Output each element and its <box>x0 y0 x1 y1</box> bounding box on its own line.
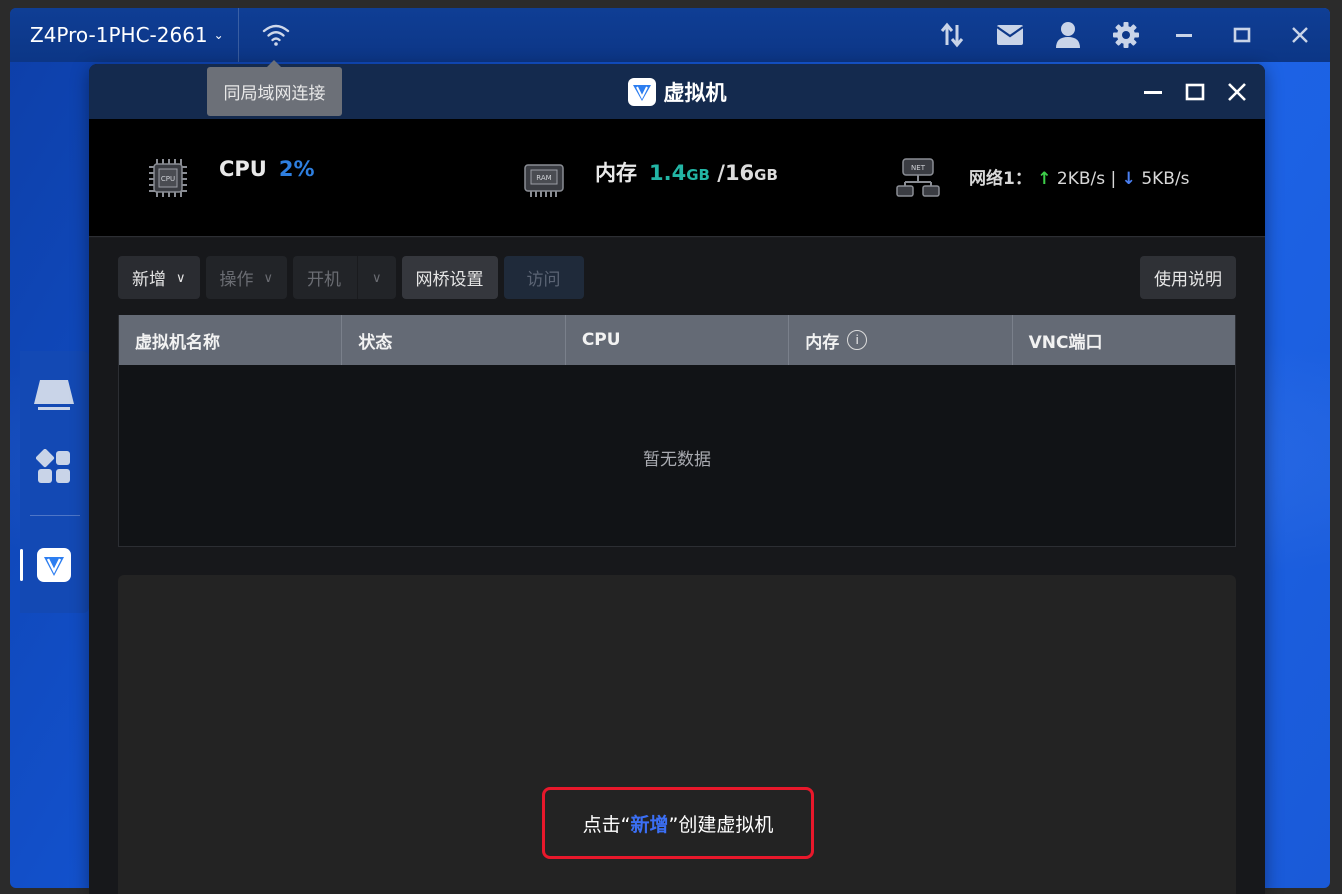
vm-window: 虚拟机 CPU CPU 2% RAM 内存 1.4GB /16GB NET 网络… <box>89 64 1265 894</box>
window-close-button[interactable] <box>1227 82 1247 102</box>
network-label: 网络1： <box>969 169 1032 189</box>
column-label: VNC端口 <box>1028 332 1103 353</box>
vm-logo-icon <box>627 77 656 106</box>
memory-used-unit: GB <box>686 166 710 184</box>
svg-text:CPU: CPU <box>161 175 175 183</box>
operate-button[interactable]: 操作 ∨ <box>205 256 288 299</box>
info-icon[interactable]: i <box>847 330 868 350</box>
download-arrow-icon: ↓ <box>1121 169 1136 189</box>
apps-grid-icon[interactable] <box>34 447 74 487</box>
dock-divider <box>30 515 80 516</box>
empty-state-text: 暂无数据 <box>643 450 711 470</box>
user-icon[interactable] <box>1052 19 1084 51</box>
power-on-button-label: 开机 <box>307 270 342 289</box>
wifi-icon[interactable] <box>259 18 293 52</box>
visit-button[interactable]: 访问 <box>503 256 584 299</box>
gear-icon[interactable] <box>1110 19 1142 51</box>
cpu-chip-icon: CPU <box>149 159 187 197</box>
table-header: 虚拟机名称 状态 CPU 内存 i VNC端口 <box>119 315 1235 365</box>
power-on-dropdown-button[interactable]: ∨ <box>357 256 396 299</box>
app-dock <box>20 351 89 613</box>
help-button[interactable]: 使用说明 <box>1140 256 1236 299</box>
operate-button-label: 操作 <box>219 270 254 289</box>
chevron-down-icon: ∨ <box>372 269 382 285</box>
column-label: 虚拟机名称 <box>135 332 220 353</box>
memory-total-unit: GB <box>754 166 778 184</box>
column-label: 状态 <box>358 332 393 353</box>
active-indicator <box>20 549 23 581</box>
create-vm-hint: 点击“ 新增 ”创建虚拟机 <box>542 787 814 859</box>
power-on-button[interactable]: 开机 <box>293 256 358 299</box>
lan-connect-tooltip: 同局域网连接 <box>207 60 342 116</box>
column-cpu[interactable]: CPU <box>566 315 790 365</box>
cpu-value: 2% <box>278 157 315 181</box>
top-bar: Z4Pro-1PHC-2661 ⌄ <box>10 8 1330 62</box>
column-memory[interactable]: 内存 i <box>789 315 1013 365</box>
device-selector[interactable]: Z4Pro-1PHC-2661 ⌄ <box>10 8 239 62</box>
column-label: 内存 <box>805 332 840 353</box>
svg-text:NET: NET <box>911 164 926 172</box>
vm-content: 新增 ∨ 操作 ∨ 开机 ∨ 网桥设置 访问 使用说明 虚拟机名称 状态 CPU… <box>89 238 1265 894</box>
bridge-settings-button[interactable]: 网桥设置 <box>401 256 498 299</box>
add-button[interactable]: 新增 ∨ <box>118 256 200 299</box>
network-divider: | <box>1110 169 1117 189</box>
hint-suffix: ”创建虚拟机 <box>668 813 774 836</box>
upload-rate: 2KB/s <box>1056 169 1106 189</box>
column-label: CPU <box>581 330 621 350</box>
network-icon: NET <box>896 158 940 197</box>
hint-highlight: 新增 <box>630 813 669 836</box>
vm-table: 虚拟机名称 状态 CPU 内存 i VNC端口 暂无数据 <box>118 315 1236 547</box>
toolbar: 新增 ∨ 操作 ∨ 开机 ∨ 网桥设置 访问 <box>118 256 584 299</box>
memory-separator: / <box>717 161 725 185</box>
drive-icon[interactable] <box>34 375 74 415</box>
upload-arrow-icon: ↑ <box>1037 169 1052 189</box>
resource-stats: CPU CPU 2% RAM 内存 1.4GB /16GB NET 网络1： ↑… <box>89 119 1265 256</box>
window-title: 虚拟机 <box>663 80 727 105</box>
power-on-split-button: 开机 ∨ <box>293 256 396 299</box>
svg-text:RAM: RAM <box>536 174 551 182</box>
column-vm-name[interactable]: 虚拟机名称 <box>119 315 343 365</box>
window-maximize-button[interactable] <box>1185 82 1205 102</box>
download-rate: 5KB/s <box>1141 169 1190 189</box>
memory-used: 1.4 <box>649 161 687 185</box>
device-name: Z4Pro-1PHC-2661 <box>30 23 208 47</box>
minimize-icon[interactable] <box>1168 19 1200 51</box>
add-button-label: 新增 <box>132 270 166 289</box>
transfer-icon[interactable] <box>936 19 968 51</box>
ram-chip-icon: RAM <box>524 164 564 197</box>
guide-panel: 点击“ 新增 ”创建虚拟机 <box>118 575 1236 894</box>
hint-prefix: 点击“ <box>582 813 631 836</box>
maximize-icon[interactable] <box>1226 19 1258 51</box>
memory-total: 16 <box>724 161 755 185</box>
column-status[interactable]: 状态 <box>342 315 566 365</box>
close-icon[interactable] <box>1284 19 1316 51</box>
column-vnc-port[interactable]: VNC端口 <box>1013 315 1235 365</box>
chevron-down-icon: ∨ <box>176 269 186 285</box>
memory-label: 内存 <box>595 161 637 185</box>
chevron-down-icon: ∨ <box>263 269 274 285</box>
window-minimize-button[interactable] <box>1143 82 1163 102</box>
cpu-label: CPU <box>219 157 267 181</box>
chevron-down-icon: ⌄ <box>213 28 224 42</box>
mail-icon[interactable] <box>994 19 1026 51</box>
virtual-machine-app-icon[interactable] <box>34 545 74 585</box>
